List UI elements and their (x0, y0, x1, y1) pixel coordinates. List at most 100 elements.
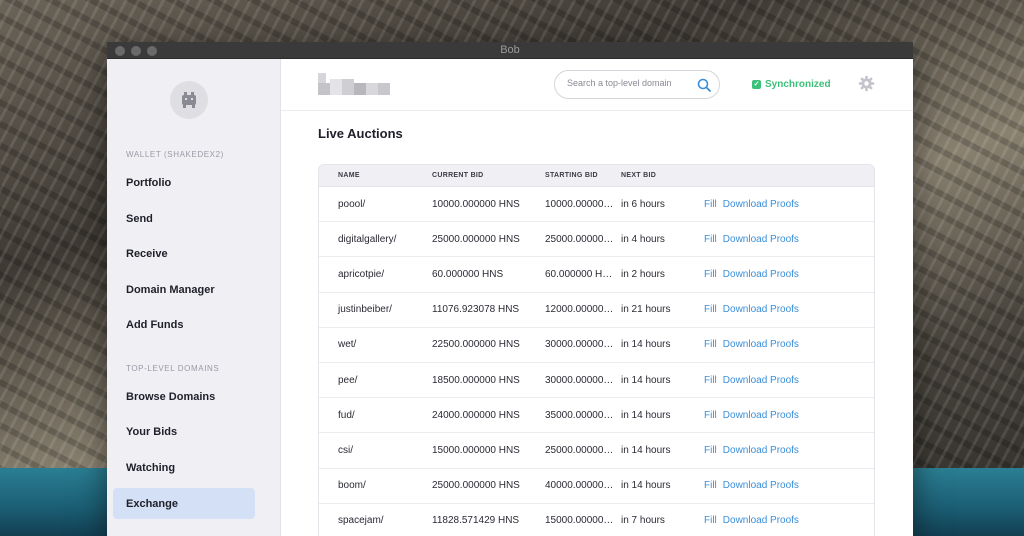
top-bar: ✓ Synchronized (281, 59, 913, 111)
starting-bid-cell: 25000.000000 HNS (545, 444, 621, 456)
fill-link[interactable]: Fill (704, 445, 717, 456)
row-actions: Fill Download Proofs (704, 480, 874, 491)
search-icon[interactable] (696, 77, 712, 93)
sidebar: WALLET (SHAKEDEX2) Portfolio Send Receiv… (107, 59, 281, 536)
starting-bid-cell: 30000.000000 HNS (545, 339, 621, 351)
starting-bid-cell: 40000.000000 HNS (545, 480, 621, 492)
table-row[interactable]: boom/25000.000000 HNS 40000.000000 HNSin … (319, 469, 874, 504)
fill-link[interactable]: Fill (704, 515, 717, 526)
starting-bid-cell: 30000.000000 HNS (545, 374, 621, 386)
fill-link[interactable]: Fill (704, 234, 717, 245)
sidebar-item-portfolio[interactable]: Portfolio (113, 167, 255, 198)
gear-icon[interactable] (858, 75, 875, 92)
table-row[interactable]: pee/18500.000000 HNS 30000.000000 HNSin 1… (319, 363, 874, 399)
table-row[interactable]: csi/15000.000000 HNS 25000.000000 HNSin 1… (319, 433, 874, 469)
domain-name-cell[interactable]: justinbeiber/ (319, 304, 432, 315)
starting-bid-cell: 60.000000 HNS (545, 268, 617, 280)
sync-status-label: Synchronized (765, 79, 831, 90)
fill-link[interactable]: Fill (704, 480, 717, 491)
starting-bid-cell: 12000.000000 HNS (545, 304, 621, 316)
table-row[interactable]: justinbeiber/11076.923078 HNS 12000.00000… (319, 293, 874, 328)
domain-name-cell[interactable]: digitalgallery/ (319, 234, 432, 245)
current-bid-cell: 60.000000 HNS (432, 268, 504, 280)
download-proofs-link[interactable]: Download Proofs (723, 199, 799, 210)
column-header-current-bid[interactable]: CURRENT BID (432, 172, 545, 179)
table-row[interactable]: spacejam/11828.571429 HNS 15000.000000 HN… (319, 504, 874, 536)
domain-name-cell[interactable]: csi/ (319, 445, 432, 456)
row-actions: Fill Download Proofs (704, 269, 874, 280)
current-bid-cell: 11828.571429 HNS (432, 515, 520, 527)
sidebar-item-add-funds[interactable]: Add Funds (113, 309, 255, 340)
fill-link[interactable]: Fill (704, 269, 717, 280)
redacted-wallet-name (318, 73, 390, 95)
domain-name-cell[interactable]: spacejam/ (319, 515, 432, 526)
sync-status: ✓ Synchronized (752, 79, 831, 90)
sidebar-item-your-bids[interactable]: Your Bids (113, 416, 255, 447)
table-row[interactable]: fud/24000.000000 HNS 35000.000000 HNSin 1… (319, 398, 874, 434)
current-bid-cell: 18500.000000 HNS (432, 374, 520, 386)
next-bid-cell: in 7 hours (621, 515, 665, 527)
download-proofs-link[interactable]: Download Proofs (723, 269, 799, 280)
next-bid-cell: in 14 hours (621, 480, 671, 492)
sidebar-item-domain-manager[interactable]: Domain Manager (113, 274, 255, 305)
row-actions: Fill Download Proofs (704, 375, 874, 386)
starting-bid-cell: 15000.000000 HNS (545, 515, 621, 527)
current-bid-cell: 10000.000000 HNS (432, 198, 520, 210)
next-bid-cell: in 6 hours (621, 198, 665, 210)
current-bid-cell: 11076.923078 HNS (432, 304, 520, 316)
next-bid-cell: in 4 hours (621, 233, 665, 245)
download-proofs-link[interactable]: Download Proofs (723, 445, 799, 456)
domain-name-cell[interactable]: pee/ (319, 375, 432, 386)
row-actions: Fill Download Proofs (704, 199, 874, 210)
fill-link[interactable]: Fill (704, 304, 717, 315)
starting-bid-cell: 10000.000000 HNS (545, 198, 621, 210)
fill-link[interactable]: Fill (704, 375, 717, 386)
table-row[interactable]: apricotpie/60.000000 HNS 60.000000 HNS in … (319, 257, 874, 293)
download-proofs-link[interactable]: Download Proofs (723, 234, 799, 245)
domain-name-cell[interactable]: poool/ (319, 199, 432, 210)
download-proofs-link[interactable]: Download Proofs (723, 339, 799, 350)
sidebar-item-send[interactable]: Send (113, 203, 255, 234)
app-logo-icon (170, 81, 208, 119)
column-header-starting-bid[interactable]: STARTING BID (545, 172, 621, 179)
sidebar-item-watching[interactable]: Watching (113, 452, 255, 483)
current-bid-cell: 25000.000000 HNS (432, 233, 520, 245)
domain-name-cell[interactable]: wet/ (319, 339, 432, 350)
download-proofs-link[interactable]: Download Proofs (723, 304, 799, 315)
window-title: Bob (500, 44, 520, 56)
domain-name-cell[interactable]: fud/ (319, 410, 432, 421)
sidebar-item-browse-domains[interactable]: Browse Domains (113, 381, 255, 412)
table-row[interactable]: poool/10000.000000 HNS10000.000000 HNSin… (319, 187, 874, 223)
title-bar: Bob (107, 42, 913, 59)
main-content: ✓ Synchronized Live Auctions (281, 59, 913, 536)
row-actions: Fill Download Proofs (704, 445, 874, 456)
current-bid-cell: 15000.000000 HNS (432, 444, 520, 456)
table-header: NAME CURRENT BID STARTING BID NEXT BID (319, 165, 874, 187)
sidebar-item-exchange[interactable]: Exchange (113, 488, 255, 519)
wallet-section-label: WALLET (SHAKEDEX2) (126, 150, 224, 159)
download-proofs-link[interactable]: Download Proofs (723, 480, 799, 491)
auctions-table: NAME CURRENT BID STARTING BID NEXT BID p… (318, 164, 875, 536)
domain-name-cell[interactable]: boom/ (319, 480, 432, 491)
domain-name-cell[interactable]: apricotpie/ (319, 269, 432, 280)
current-bid-cell: 25000.000000 HNS (432, 480, 520, 492)
row-actions: Fill Download Proofs (704, 304, 874, 315)
download-proofs-link[interactable]: Download Proofs (723, 515, 799, 526)
column-header-name[interactable]: NAME (319, 172, 432, 179)
next-bid-cell: in 14 hours (621, 374, 671, 386)
column-header-next-bid[interactable]: NEXT BID (621, 172, 704, 179)
table-row[interactable]: wet/22500.000000 HNS 30000.000000 HNSin 1… (319, 328, 874, 363)
fill-link[interactable]: Fill (704, 339, 717, 350)
app-window: Bob WALLET (SHAKEDEX2) Portfolio Send Re… (107, 42, 913, 536)
next-bid-cell: in 2 hours (621, 268, 665, 280)
table-row[interactable]: digitalgallery/25000.000000 HNS 25000.000… (319, 222, 874, 258)
tld-section-label: TOP-LEVEL DOMAINS (126, 364, 220, 373)
sidebar-item-receive[interactable]: Receive (113, 238, 255, 269)
next-bid-cell: in 14 hours (621, 444, 671, 456)
fill-link[interactable]: Fill (704, 410, 717, 421)
download-proofs-link[interactable]: Download Proofs (723, 375, 799, 386)
search-input[interactable] (567, 78, 685, 88)
fill-link[interactable]: Fill (704, 199, 717, 210)
check-icon: ✓ (752, 80, 761, 89)
download-proofs-link[interactable]: Download Proofs (723, 410, 799, 421)
